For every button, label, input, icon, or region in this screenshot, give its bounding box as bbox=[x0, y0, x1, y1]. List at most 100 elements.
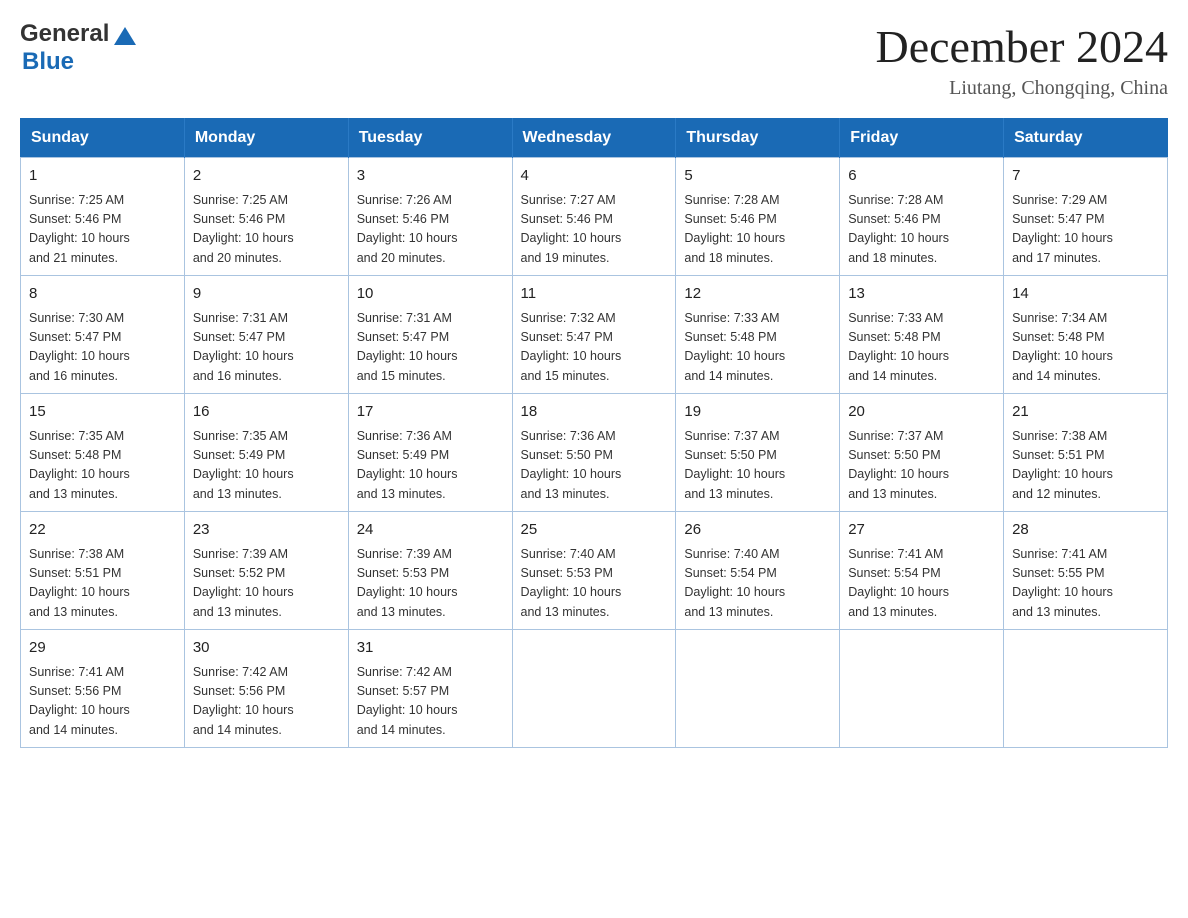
day-number: 8 bbox=[29, 283, 176, 306]
calendar-day-cell: 23 Sunrise: 7:39 AMSunset: 5:52 PMDayligh… bbox=[184, 512, 348, 630]
calendar-day-cell: 22Sunrise: 7:38 AMSunset: 5:51 PMDayligh… bbox=[21, 512, 185, 630]
calendar-day-cell: 8Sunrise: 7:30 AMSunset: 5:47 PMDaylight… bbox=[21, 276, 185, 394]
day-info: Sunrise: 7:28 AMSunset: 5:46 PMDaylight:… bbox=[848, 191, 995, 269]
day-number: 6 bbox=[848, 165, 995, 188]
day-number: 12 bbox=[684, 283, 831, 306]
calendar-week-row: 22Sunrise: 7:38 AMSunset: 5:51 PMDayligh… bbox=[21, 512, 1168, 630]
day-info: Sunrise: 7:41 AMSunset: 5:55 PMDaylight:… bbox=[1012, 545, 1159, 623]
calendar-day-cell: 29 Sunrise: 7:41 AMSunset: 5:56 PMDayligh… bbox=[21, 630, 185, 748]
day-info: Sunrise: 7:38 AMSunset: 5:51 PMDaylight:… bbox=[29, 545, 176, 623]
calendar-day-cell: 14Sunrise: 7:34 AMSunset: 5:48 PMDayligh… bbox=[1004, 276, 1168, 394]
day-info: Sunrise: 7:38 AMSunset: 5:51 PMDaylight:… bbox=[1012, 427, 1159, 505]
day-info: Sunrise: 7:39 AMSunset: 5:53 PMDaylight:… bbox=[357, 545, 504, 623]
day-info: Sunrise: 7:31 AMSunset: 5:47 PMDaylight:… bbox=[193, 309, 340, 387]
day-info: Sunrise: 7:27 AMSunset: 5:46 PMDaylight:… bbox=[521, 191, 668, 269]
calendar-week-row: 8Sunrise: 7:30 AMSunset: 5:47 PMDaylight… bbox=[21, 276, 1168, 394]
day-number: 29 bbox=[29, 637, 176, 660]
days-of-week-row: Sunday Monday Tuesday Wednesday Thursday… bbox=[21, 119, 1168, 158]
day-number: 28 bbox=[1012, 519, 1159, 542]
day-number: 2 bbox=[193, 165, 340, 188]
day-info: Sunrise: 7:35 AMSunset: 5:48 PMDaylight:… bbox=[29, 427, 176, 505]
day-info: Sunrise: 7:41 AMSunset: 5:56 PMDaylight:… bbox=[29, 663, 176, 741]
page-header: General Blue December 2024 Liutang, Chon… bbox=[20, 20, 1168, 100]
calendar-day-cell: 11 Sunrise: 7:32 AMSunset: 5:47 PMDayligh… bbox=[512, 276, 676, 394]
day-number: 13 bbox=[848, 283, 995, 306]
day-info: Sunrise: 7:25 AMSunset: 5:46 PMDaylight:… bbox=[193, 191, 340, 269]
day-number: 19 bbox=[684, 401, 831, 424]
day-number: 15 bbox=[29, 401, 176, 424]
day-number: 4 bbox=[521, 165, 668, 188]
day-info: Sunrise: 7:33 AMSunset: 5:48 PMDaylight:… bbox=[684, 309, 831, 387]
day-number: 1 bbox=[29, 165, 176, 188]
calendar-day-cell: 10Sunrise: 7:31 AMSunset: 5:47 PMDayligh… bbox=[348, 276, 512, 394]
day-number: 27 bbox=[848, 519, 995, 542]
day-info: Sunrise: 7:35 AMSunset: 5:49 PMDaylight:… bbox=[193, 427, 340, 505]
logo-line2: Blue bbox=[22, 48, 74, 76]
triangle-left-icon bbox=[114, 27, 125, 45]
calendar-day-cell: 6 Sunrise: 7:28 AMSunset: 5:46 PMDaylight… bbox=[840, 158, 1004, 276]
calendar-day-cell: 31 Sunrise: 7:42 AMSunset: 5:57 PMDayligh… bbox=[348, 630, 512, 748]
calendar-day-cell: 1 Sunrise: 7:25 AMSunset: 5:46 PMDaylight… bbox=[21, 158, 185, 276]
logo-triangles bbox=[114, 27, 136, 45]
calendar-day-cell: 21 Sunrise: 7:38 AMSunset: 5:51 PMDayligh… bbox=[1004, 394, 1168, 512]
day-number: 26 bbox=[684, 519, 831, 542]
calendar-day-cell: 7Sunrise: 7:29 AMSunset: 5:47 PMDaylight… bbox=[1004, 158, 1168, 276]
calendar-day-cell: 30Sunrise: 7:42 AMSunset: 5:56 PMDayligh… bbox=[184, 630, 348, 748]
calendar-day-cell: 25Sunrise: 7:40 AMSunset: 5:53 PMDayligh… bbox=[512, 512, 676, 630]
calendar-week-row: 29 Sunrise: 7:41 AMSunset: 5:56 PMDayligh… bbox=[21, 630, 1168, 748]
day-number: 24 bbox=[357, 519, 504, 542]
calendar-subtitle: Liutang, Chongqing, China bbox=[876, 77, 1169, 100]
day-number: 23 bbox=[193, 519, 340, 542]
col-tuesday: Tuesday bbox=[348, 119, 512, 158]
col-sunday: Sunday bbox=[21, 119, 185, 158]
col-saturday: Saturday bbox=[1004, 119, 1168, 158]
logo-general-text: General bbox=[20, 20, 109, 48]
day-number: 14 bbox=[1012, 283, 1159, 306]
day-number: 20 bbox=[848, 401, 995, 424]
title-area: December 2024 Liutang, Chongqing, China bbox=[876, 20, 1169, 100]
calendar-day-cell: 15 Sunrise: 7:35 AMSunset: 5:48 PMDayligh… bbox=[21, 394, 185, 512]
calendar-day-cell: 16 Sunrise: 7:35 AMSunset: 5:49 PMDayligh… bbox=[184, 394, 348, 512]
logo: General Blue bbox=[20, 20, 136, 76]
day-number: 31 bbox=[357, 637, 504, 660]
calendar-day-cell: 24 Sunrise: 7:39 AMSunset: 5:53 PMDayligh… bbox=[348, 512, 512, 630]
calendar-day-cell: 17 Sunrise: 7:36 AMSunset: 5:49 PMDayligh… bbox=[348, 394, 512, 512]
calendar-week-row: 1 Sunrise: 7:25 AMSunset: 5:46 PMDaylight… bbox=[21, 158, 1168, 276]
calendar-day-cell: 27Sunrise: 7:41 AMSunset: 5:54 PMDayligh… bbox=[840, 512, 1004, 630]
day-info: Sunrise: 7:25 AMSunset: 5:46 PMDaylight:… bbox=[29, 191, 176, 269]
col-wednesday: Wednesday bbox=[512, 119, 676, 158]
day-info: Sunrise: 7:42 AMSunset: 5:56 PMDaylight:… bbox=[193, 663, 340, 741]
calendar-day-cell: 28 Sunrise: 7:41 AMSunset: 5:55 PMDayligh… bbox=[1004, 512, 1168, 630]
day-number: 10 bbox=[357, 283, 504, 306]
calendar-day-cell bbox=[676, 630, 840, 748]
day-number: 11 bbox=[521, 283, 668, 306]
day-info: Sunrise: 7:36 AMSunset: 5:49 PMDaylight:… bbox=[357, 427, 504, 505]
calendar-title: December 2024 bbox=[876, 20, 1169, 73]
calendar-day-cell: 4 Sunrise: 7:27 AMSunset: 5:46 PMDaylight… bbox=[512, 158, 676, 276]
logo-line1: General bbox=[20, 20, 136, 48]
calendar-day-cell bbox=[1004, 630, 1168, 748]
logo-blue-text: Blue bbox=[22, 48, 74, 76]
col-friday: Friday bbox=[840, 119, 1004, 158]
triangle-right-icon bbox=[125, 27, 136, 45]
day-number: 16 bbox=[193, 401, 340, 424]
calendar-day-cell: 26 Sunrise: 7:40 AMSunset: 5:54 PMDayligh… bbox=[676, 512, 840, 630]
calendar-day-cell: 20 Sunrise: 7:37 AMSunset: 5:50 PMDayligh… bbox=[840, 394, 1004, 512]
day-number: 21 bbox=[1012, 401, 1159, 424]
day-number: 9 bbox=[193, 283, 340, 306]
calendar-day-cell: 19Sunrise: 7:37 AMSunset: 5:50 PMDayligh… bbox=[676, 394, 840, 512]
day-info: Sunrise: 7:32 AMSunset: 5:47 PMDaylight:… bbox=[521, 309, 668, 387]
day-info: Sunrise: 7:37 AMSunset: 5:50 PMDaylight:… bbox=[848, 427, 995, 505]
day-info: Sunrise: 7:28 AMSunset: 5:46 PMDaylight:… bbox=[684, 191, 831, 269]
calendar-day-cell bbox=[840, 630, 1004, 748]
day-number: 17 bbox=[357, 401, 504, 424]
calendar-day-cell: 2 Sunrise: 7:25 AMSunset: 5:46 PMDaylight… bbox=[184, 158, 348, 276]
day-info: Sunrise: 7:40 AMSunset: 5:54 PMDaylight:… bbox=[684, 545, 831, 623]
calendar-day-cell: 18Sunrise: 7:36 AMSunset: 5:50 PMDayligh… bbox=[512, 394, 676, 512]
day-info: Sunrise: 7:39 AMSunset: 5:52 PMDaylight:… bbox=[193, 545, 340, 623]
day-number: 18 bbox=[521, 401, 668, 424]
calendar-day-cell bbox=[512, 630, 676, 748]
day-number: 3 bbox=[357, 165, 504, 188]
day-info: Sunrise: 7:40 AMSunset: 5:53 PMDaylight:… bbox=[521, 545, 668, 623]
day-info: Sunrise: 7:42 AMSunset: 5:57 PMDaylight:… bbox=[357, 663, 504, 741]
